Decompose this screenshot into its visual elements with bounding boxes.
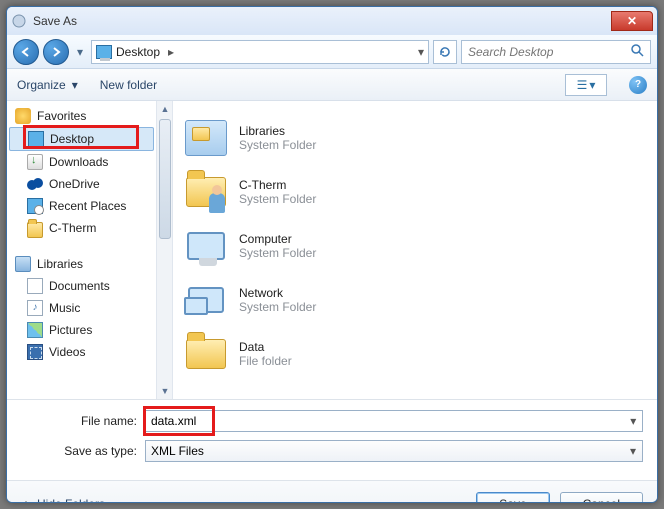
arrow-left-icon — [20, 46, 32, 58]
search-icon — [630, 43, 644, 60]
hide-folders-button[interactable]: Hide Folders — [21, 497, 105, 504]
chevron-right-icon[interactable]: ▸ — [168, 45, 174, 59]
libraries-header[interactable]: Libraries — [7, 253, 156, 275]
list-item[interactable]: ComputerSystem Folder — [181, 219, 649, 273]
computer-icon — [187, 232, 225, 260]
filename-field-wrapper: ▾ — [145, 410, 643, 432]
folder-icon — [27, 222, 43, 238]
sidebar-item-recent-places[interactable]: Recent Places — [7, 195, 156, 217]
filename-input[interactable] — [147, 414, 626, 428]
filename-dropdown-icon[interactable]: ▾ — [626, 414, 641, 428]
list-item[interactable]: C-ThermSystem Folder — [181, 165, 649, 219]
onedrive-icon — [27, 176, 43, 192]
titlebar: Save As ✕ — [7, 7, 657, 35]
desktop-icon — [28, 131, 44, 147]
navigation-bar: ▾ Desktop ▸ ▾ — [7, 35, 657, 69]
organize-label: Organize — [17, 78, 66, 92]
sidebar-item-onedrive[interactable]: OneDrive — [7, 173, 156, 195]
close-button[interactable]: ✕ — [611, 11, 653, 31]
dialog-footer: Hide Folders Save Cancel — [7, 480, 657, 503]
app-icon — [11, 13, 27, 29]
scroll-up-icon[interactable]: ▲ — [159, 102, 171, 116]
new-folder-label: New folder — [100, 78, 157, 92]
view-icon: ☰ — [577, 78, 588, 92]
star-icon — [15, 108, 31, 124]
tree-scrollbar[interactable]: ▲ ▼ — [157, 101, 173, 399]
search-input[interactable] — [468, 45, 626, 59]
chevron-up-icon — [21, 501, 31, 504]
search-box[interactable] — [461, 40, 651, 64]
refresh-button[interactable] — [433, 40, 457, 64]
toolbar: Organize ▾ New folder ☰▾ ? — [7, 69, 657, 101]
refresh-icon — [438, 45, 452, 59]
person-icon — [209, 193, 225, 213]
sidebar-item-pictures[interactable]: Pictures — [7, 319, 156, 341]
new-folder-button[interactable]: New folder — [100, 78, 157, 92]
savetype-value: XML Files — [147, 444, 208, 458]
folder-icon — [186, 339, 226, 369]
address-bar[interactable]: Desktop ▸ ▾ — [91, 40, 429, 64]
sidebar-item-videos[interactable]: Videos — [7, 341, 156, 363]
arrow-right-icon — [50, 46, 62, 58]
window-title: Save As — [33, 14, 611, 28]
savetype-combobox[interactable]: XML Files ▾ — [145, 440, 643, 462]
savetype-dropdown-icon: ▾ — [625, 444, 641, 458]
downloads-icon — [27, 154, 43, 170]
recent-places-icon — [27, 198, 43, 214]
cancel-button[interactable]: Cancel — [560, 492, 643, 504]
pictures-icon — [27, 322, 43, 338]
sidebar-item-music[interactable]: ♪ Music — [7, 297, 156, 319]
libraries-icon — [15, 256, 31, 272]
scroll-thumb[interactable] — [159, 119, 171, 239]
savetype-label: Save as type: — [57, 444, 137, 458]
documents-icon — [27, 278, 43, 294]
list-item[interactable]: LibrariesSystem Folder — [181, 111, 649, 165]
chevron-down-icon: ▾ — [72, 78, 78, 92]
sidebar-item-downloads[interactable]: Downloads — [7, 151, 156, 173]
forward-button[interactable] — [43, 39, 69, 65]
breadcrumb-location: Desktop — [116, 45, 160, 59]
scroll-down-icon[interactable]: ▼ — [159, 384, 171, 398]
save-fields: File name: ▾ Save as type: XML Files ▾ — [7, 399, 657, 480]
nav-history-dropdown[interactable]: ▾ — [73, 39, 87, 65]
desktop-icon — [96, 45, 112, 59]
sidebar-item-documents[interactable]: Documents — [7, 275, 156, 297]
music-icon: ♪ — [27, 300, 43, 316]
sidebar-item-desktop[interactable]: Desktop — [9, 127, 154, 151]
filename-label: File name: — [57, 414, 137, 428]
navigation-tree: Favorites Desktop Downloads OneDrive Rec… — [7, 101, 157, 399]
list-item[interactable]: NetworkSystem Folder — [181, 273, 649, 327]
favorites-header[interactable]: Favorites — [7, 105, 156, 127]
list-item[interactable]: DataFile folder — [181, 327, 649, 381]
sidebar-item-ctherm[interactable]: C-Therm — [7, 217, 156, 239]
file-list[interactable]: LibrariesSystem Folder C-ThermSystem Fol… — [173, 101, 657, 399]
address-dropdown-icon[interactable]: ▾ — [418, 45, 424, 59]
back-button[interactable] — [13, 39, 39, 65]
save-as-dialog: Save As ✕ ▾ Desktop ▸ ▾ Organize — [6, 6, 658, 503]
network-icon — [188, 287, 224, 313]
view-options-button[interactable]: ☰▾ — [565, 74, 607, 96]
videos-icon — [27, 344, 43, 360]
libraries-folder-icon — [185, 120, 227, 156]
organize-button[interactable]: Organize ▾ — [17, 78, 78, 92]
help-button[interactable]: ? — [629, 76, 647, 94]
save-button[interactable]: Save — [476, 492, 549, 504]
